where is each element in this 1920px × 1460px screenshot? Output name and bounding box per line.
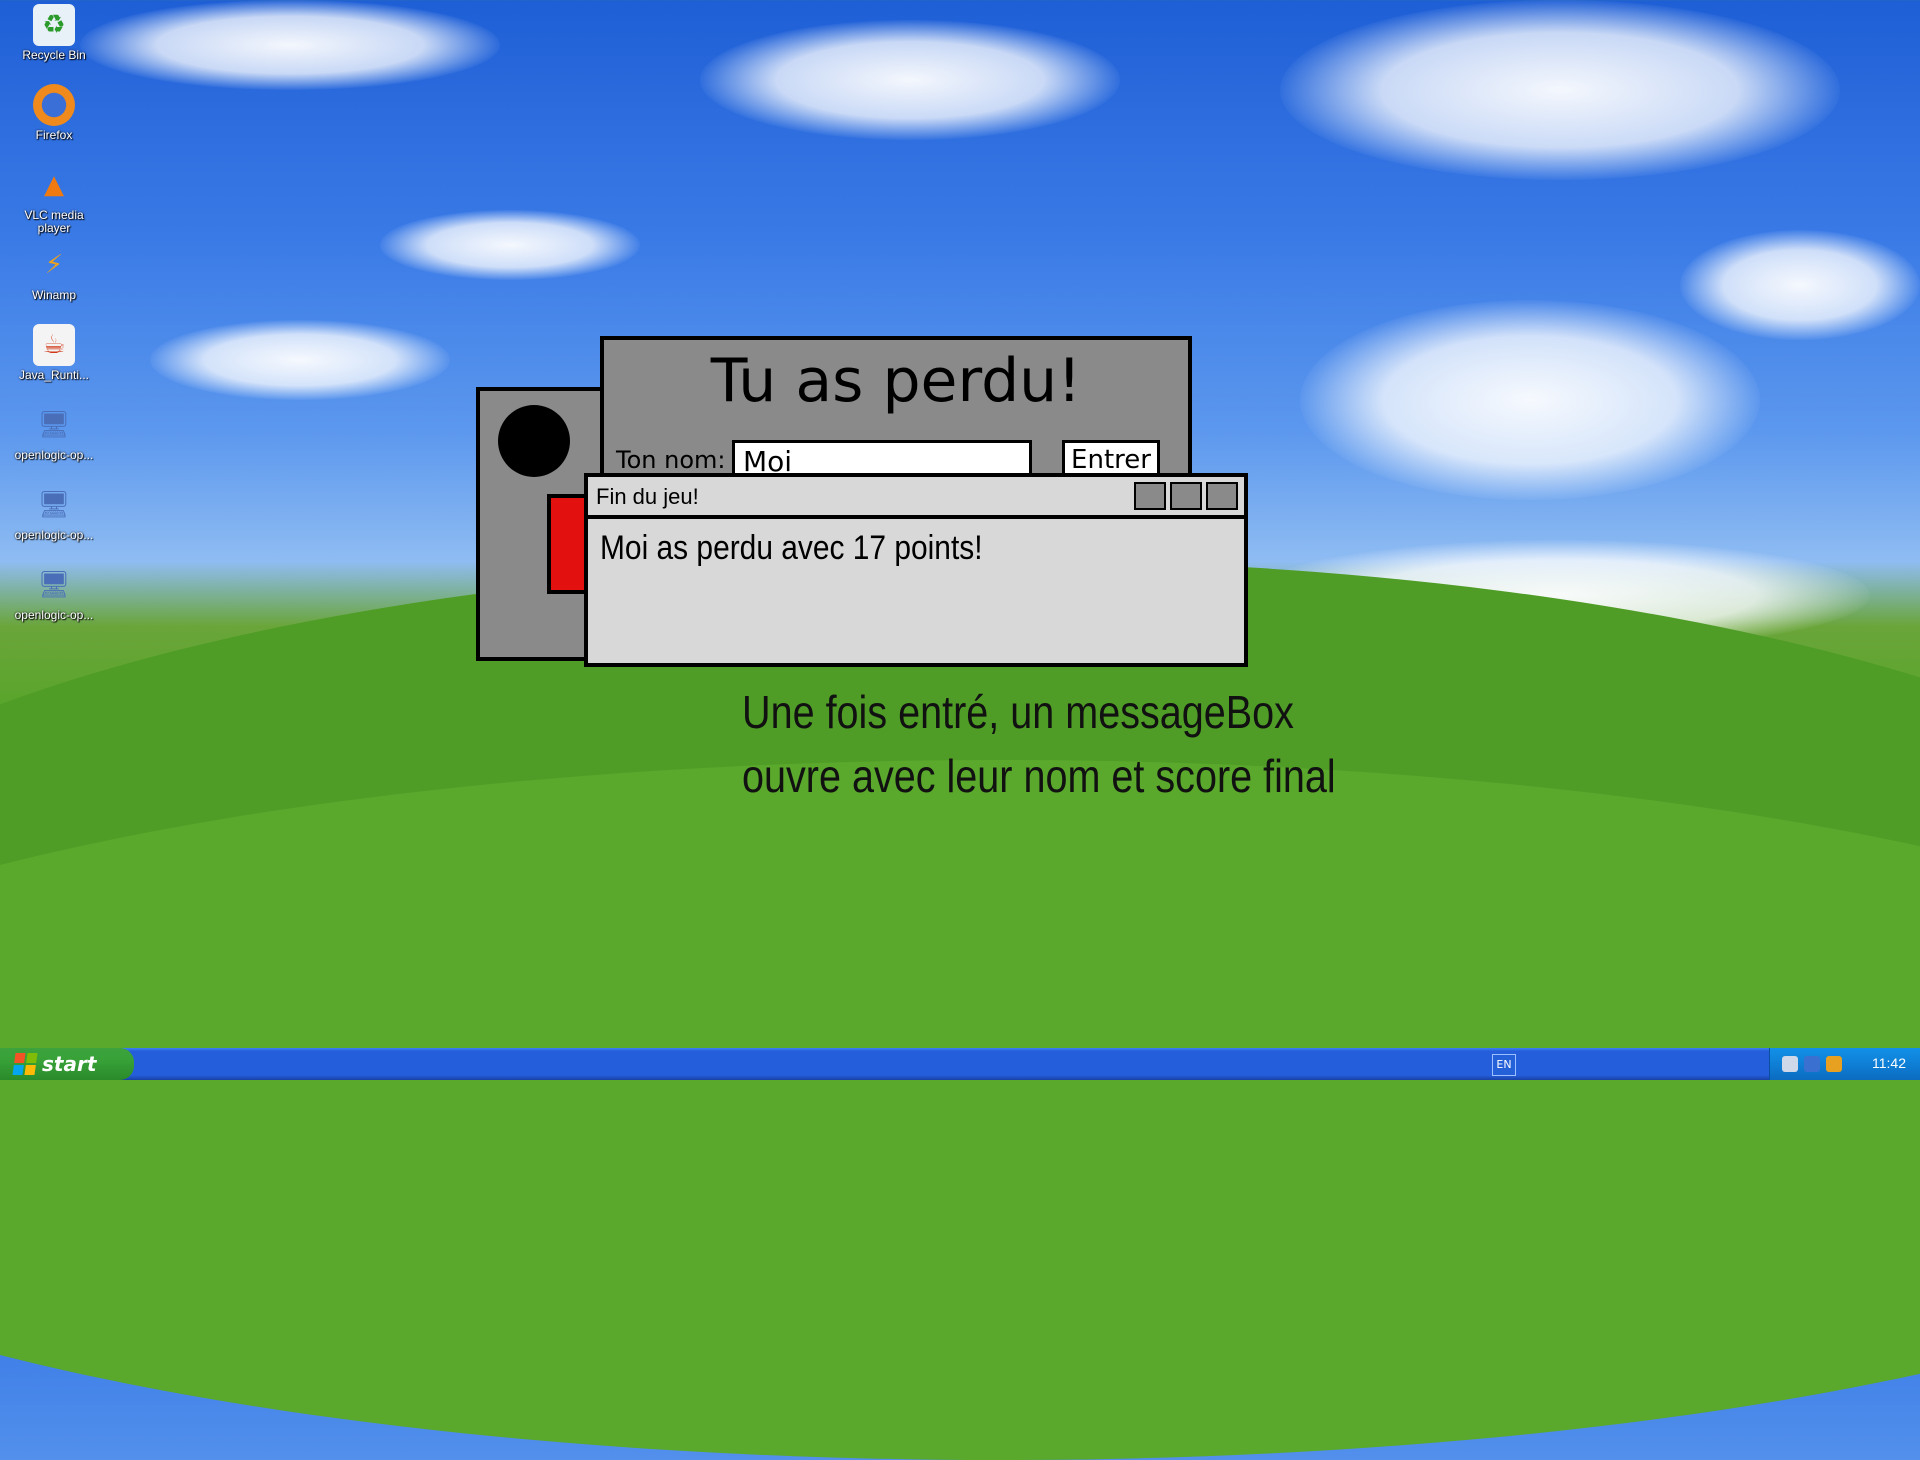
- minimize-button[interactable]: [1134, 482, 1166, 510]
- taskbar: start EN 11:42: [0, 1048, 1920, 1080]
- caption-line-1: Une fois entré, un messageBox: [742, 686, 1294, 738]
- windows-logo-icon: [12, 1053, 38, 1075]
- recycle-bin-icon: ♻: [33, 4, 75, 46]
- start-button[interactable]: start: [0, 1048, 134, 1080]
- system-tray: 11:42: [1769, 1048, 1920, 1080]
- game-over-title: Tu as perdu!: [710, 346, 1082, 416]
- desktop-icon-recycle-bin[interactable]: ♻ Recycle Bin: [4, 4, 104, 62]
- firefox-icon: [33, 84, 75, 126]
- vlc-icon: ▲: [44, 170, 64, 200]
- winamp-icon: ⚡: [44, 250, 64, 280]
- message-box-titlebar[interactable]: Fin du jeu!: [588, 477, 1244, 519]
- name-label: Ton nom:: [616, 446, 726, 474]
- clock: 11:42: [1872, 1055, 1906, 1071]
- desktop-icon-openlogic-2[interactable]: 🖥 openlogic-op...: [4, 484, 104, 542]
- desktop-icon-vlc[interactable]: ▲ VLC media player: [4, 164, 104, 235]
- message-box: Fin du jeu! Moi as perdu avec 17 points!: [584, 473, 1248, 667]
- close-button[interactable]: [1206, 482, 1238, 510]
- desktop-icon-winamp[interactable]: ⚡ Winamp: [4, 244, 104, 302]
- caption: Une fois entré, un messageBox ouvre avec…: [742, 680, 1336, 808]
- message-box-title: Fin du jeu!: [596, 484, 699, 509]
- installer-icon: 🖥: [37, 490, 71, 520]
- maximize-button[interactable]: [1170, 482, 1202, 510]
- network-icon[interactable]: [1782, 1056, 1798, 1072]
- java-icon: ☕: [33, 324, 75, 366]
- installer-icon: 🖥: [37, 570, 71, 600]
- message-box-text: Moi as perdu avec 17 points!: [600, 529, 983, 567]
- game-over-window: Tu as perdu! Ton nom: Moi Entrer: [600, 336, 1192, 480]
- desktop-icon-firefox[interactable]: Firefox: [4, 84, 104, 142]
- language-indicator[interactable]: EN: [1492, 1054, 1516, 1076]
- desktop-icon-java[interactable]: ☕ Java_Runti...: [4, 324, 104, 382]
- start-label: start: [42, 1052, 97, 1076]
- security-icon[interactable]: [1804, 1056, 1820, 1072]
- desktop-icon-openlogic-3[interactable]: 🖥 openlogic-op...: [4, 564, 104, 622]
- caption-line-2: ouvre avec leur nom et score final: [742, 750, 1336, 802]
- desktop-icon-openlogic-1[interactable]: 🖥 openlogic-op...: [4, 404, 104, 462]
- game-ball: [498, 405, 570, 477]
- winamp-tray-icon[interactable]: [1826, 1056, 1842, 1072]
- installer-icon: 🖥: [37, 410, 71, 440]
